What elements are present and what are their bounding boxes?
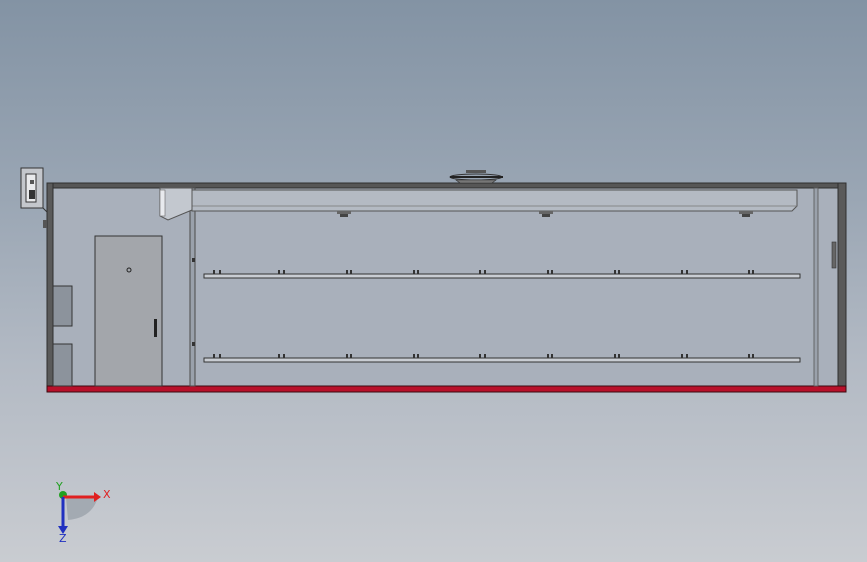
shelf-wall-bracket <box>192 258 195 262</box>
container-roof <box>46 182 847 189</box>
shelf-wall-bracket <box>192 342 195 346</box>
x-axis-arrow-icon <box>94 492 101 502</box>
container-model[interactable] <box>20 167 847 393</box>
cad-model-canvas[interactable]: X Y Z <box>0 0 867 562</box>
air-duct <box>191 189 798 212</box>
container-right-wall <box>837 182 847 392</box>
z-axis-label: Z <box>59 532 67 545</box>
cad-graphics-viewport[interactable]: X Y Z <box>0 0 867 562</box>
y-axis-label: Y <box>55 480 63 493</box>
partition-wall <box>189 187 196 387</box>
container-floor <box>46 385 847 393</box>
external-control-box <box>20 167 48 228</box>
electrical-box-lower <box>52 343 73 387</box>
container-left-wall <box>46 182 54 392</box>
evaporator-face <box>159 189 166 217</box>
right-door-hinge <box>831 241 837 269</box>
inner-post-right <box>813 187 819 387</box>
electrical-box-upper <box>52 285 73 327</box>
door-handle <box>154 319 157 337</box>
interior-door <box>94 235 163 387</box>
x-axis-label: X <box>103 488 111 501</box>
triad-shadow <box>66 497 98 520</box>
roof-fan-unit <box>449 170 503 184</box>
coordinate-triad: X Y Z <box>55 480 111 545</box>
